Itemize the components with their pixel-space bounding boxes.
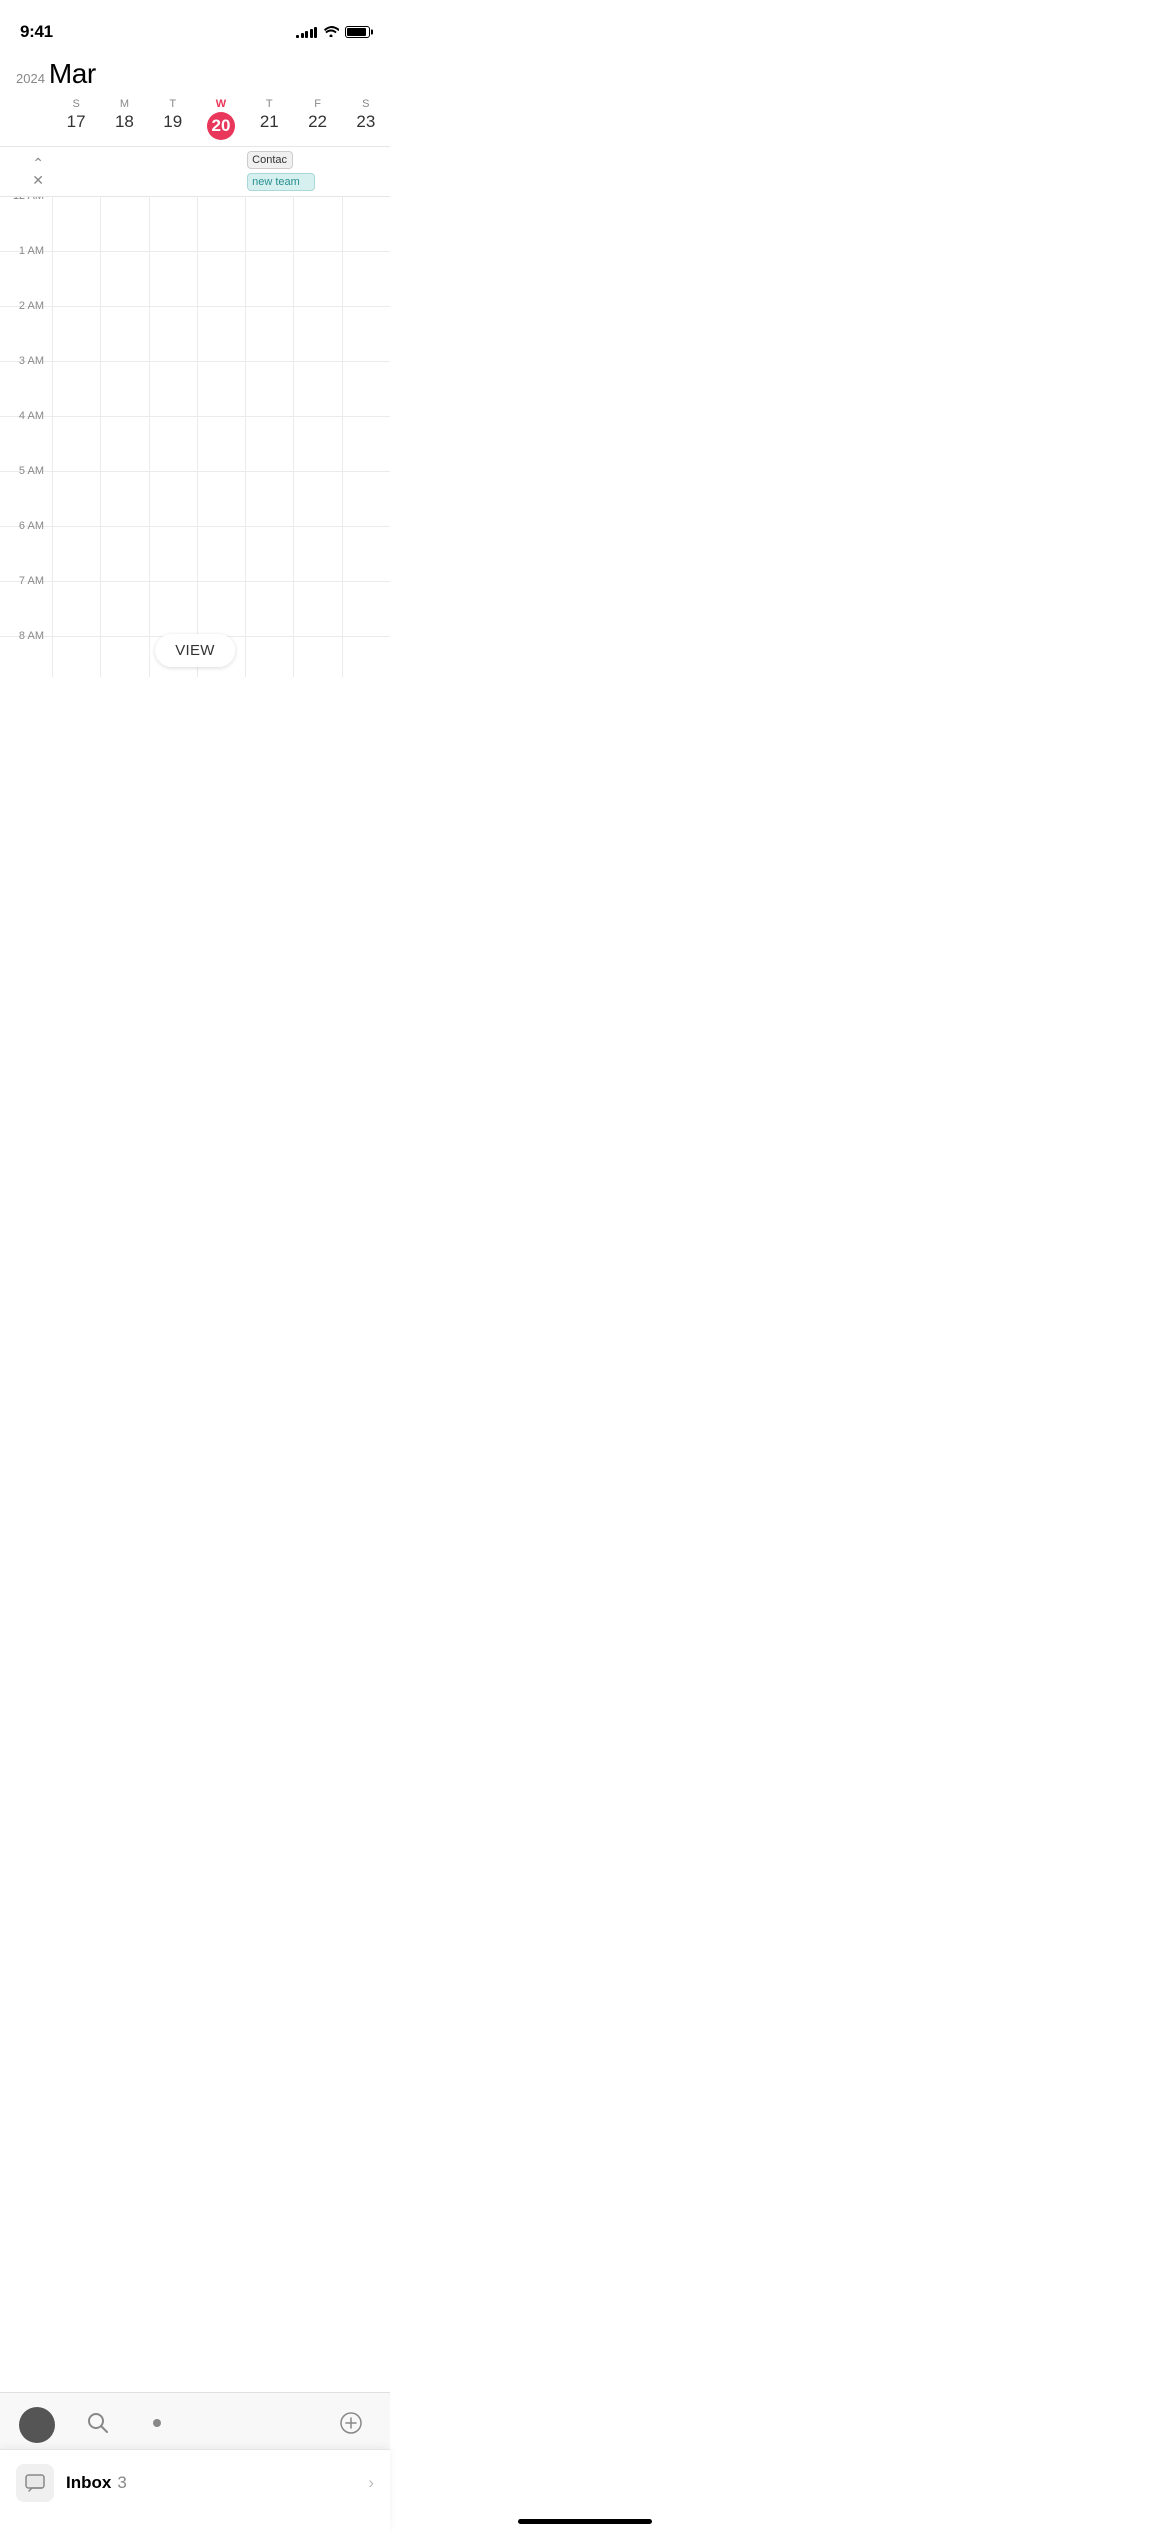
all-day-strip: ⌃✕ Contac new team xyxy=(0,147,390,197)
year-month-row: 2024 Mar xyxy=(0,58,390,94)
days-header: S 17 M 18 T 19 W 20 T 21 F 22 xyxy=(0,94,390,147)
month-label: Mar xyxy=(49,58,96,90)
time-row-2am: 2 AM xyxy=(0,307,390,362)
home-indicator xyxy=(518,2519,652,2524)
signal-icon xyxy=(296,26,317,38)
all-day-events-col: Contac new team xyxy=(52,147,390,196)
time-label-12am: 12 AM xyxy=(0,197,52,244)
phone-frame: 9:41 2024 Mar xyxy=(0,0,390,844)
status-time: 9:41 xyxy=(20,22,53,42)
time-label-5am: 5 AM xyxy=(0,465,52,519)
year-label: 2024 xyxy=(16,71,45,86)
time-label-8am: 8 AM xyxy=(0,630,52,677)
time-label-4am: 4 AM xyxy=(0,410,52,464)
collapse-icon[interactable]: ⌃✕ xyxy=(32,155,44,189)
time-label-2am: 2 AM xyxy=(0,300,52,354)
time-row-6am: 6 AM xyxy=(0,527,390,582)
time-label-6am: 6 AM xyxy=(0,520,52,574)
event-contact-chip[interactable]: Contac xyxy=(247,151,293,169)
all-day-label-col: ⌃✕ xyxy=(0,147,52,196)
day-header-sun17: S 17 xyxy=(52,94,100,146)
view-button[interactable]: VIEW xyxy=(155,634,235,667)
day-header-fri22: F 22 xyxy=(293,94,341,146)
time-row-1am: 1 AM xyxy=(0,252,390,307)
status-icons xyxy=(296,25,370,40)
view-button-container: VIEW xyxy=(155,634,235,667)
time-row-7am: 7 AM xyxy=(0,582,390,637)
battery-icon xyxy=(345,26,370,38)
day-header-tue19: T 19 xyxy=(149,94,197,146)
days-header-spacer xyxy=(0,94,52,146)
calendar-header: 2024 Mar S 17 M 18 T 19 W 20 T xyxy=(0,50,390,147)
time-row-3am: 3 AM xyxy=(0,362,390,417)
day-header-mon18: M 18 xyxy=(100,94,148,146)
time-label-7am: 7 AM xyxy=(0,575,52,629)
day-header-sat23: S 23 xyxy=(342,94,390,146)
event-new-team-chip[interactable]: new team xyxy=(247,173,315,191)
day-header-thu21: T 21 xyxy=(245,94,293,146)
wifi-icon xyxy=(323,25,339,40)
time-row-4am: 4 AM xyxy=(0,417,390,472)
time-row-12am: 12 AM xyxy=(0,197,390,252)
time-row-5am: 5 AM xyxy=(0,472,390,527)
time-label-1am: 1 AM xyxy=(0,245,52,299)
day-header-wed20-today[interactable]: W 20 xyxy=(197,94,245,146)
time-grid: 12 AM 1 AM 2 AM xyxy=(0,197,390,677)
status-bar: 9:41 xyxy=(0,0,390,50)
time-label-3am: 3 AM xyxy=(0,355,52,409)
